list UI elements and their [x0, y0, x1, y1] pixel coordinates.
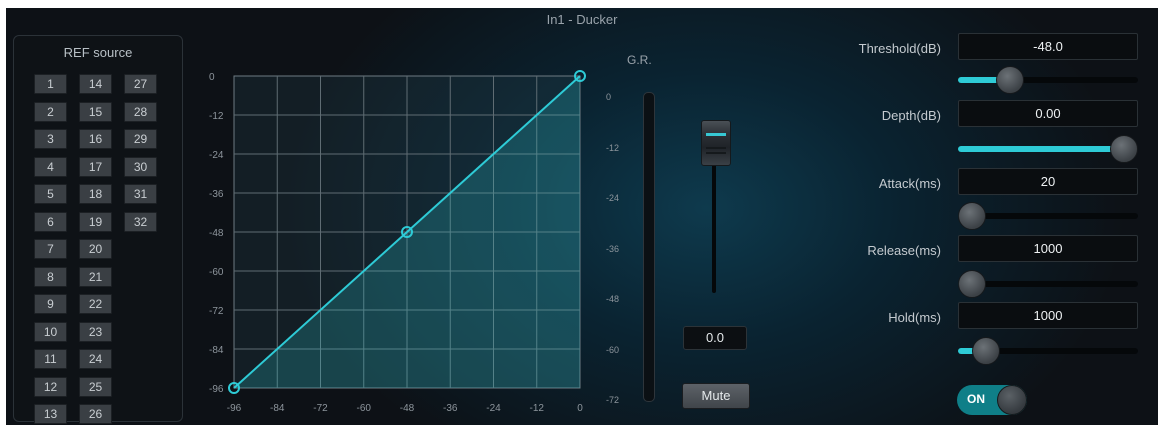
- y-tick-label: -12: [209, 111, 224, 122]
- fader-value-field[interactable]: 0.0: [683, 326, 747, 350]
- ref-source-button[interactable]: 30: [124, 156, 157, 177]
- x-tick-label: -12: [530, 403, 545, 414]
- window-title: In1 - Ducker: [546, 12, 618, 27]
- gain-reduction-tick: -36: [606, 243, 620, 254]
- ref-source-button[interactable]: 7: [34, 239, 67, 259]
- x-tick-label: -24: [486, 403, 501, 414]
- attack-slider[interactable]: [958, 202, 1138, 230]
- attack-slider-thumb[interactable]: [958, 202, 986, 230]
- threshold-label: Threshold(dB): [858, 41, 941, 56]
- x-tick-label: -60: [357, 403, 372, 414]
- ducker-panel: In1 - Ducker REF source 1 2 3 4 5 6 7 8 9 10 11 12 1…: [6, 8, 1158, 425]
- depth-slider[interactable]: [958, 135, 1138, 163]
- ducker-enable-toggle[interactable]: ON: [957, 385, 1027, 415]
- release-label: Release(ms): [867, 243, 941, 258]
- toggle-label: ON: [967, 392, 985, 406]
- ref-source-button[interactable]: 20: [79, 239, 112, 259]
- ref-source-button[interactable]: 25: [79, 376, 112, 397]
- gain-reduction-tick: -24: [606, 193, 620, 203]
- ref-source-button[interactable]: 2: [34, 101, 67, 122]
- depth-input[interactable]: 0.00: [958, 100, 1138, 127]
- ref-source-button[interactable]: 29: [124, 129, 157, 149]
- y-tick-label: -72: [209, 306, 224, 317]
- x-tick-label: 0: [577, 403, 583, 414]
- x-tick-label: -96: [227, 403, 242, 414]
- graph-y-axis: 0 -12 -24 -36 -48 -60 -72 -84 -96: [209, 72, 224, 395]
- y-tick-label: -96: [209, 384, 224, 395]
- y-tick-label: 0: [209, 72, 215, 83]
- ref-source-button[interactable]: 4: [34, 156, 67, 177]
- gain-reduction-meter: [643, 92, 655, 402]
- release-slider-thumb[interactable]: [958, 270, 986, 298]
- gain-reduction-tick: -12: [606, 142, 620, 153]
- x-tick-label: -84: [270, 403, 285, 414]
- ref-source-button[interactable]: 32: [124, 211, 157, 232]
- ref-source-button[interactable]: 9: [34, 294, 67, 314]
- gain-reduction-tick: -60: [606, 344, 620, 355]
- ref-source-button[interactable]: 23: [79, 321, 112, 342]
- ref-source-button[interactable]: 11: [34, 349, 67, 369]
- toggle-knob[interactable]: [997, 385, 1027, 415]
- ref-source-button[interactable]: 27: [124, 74, 157, 94]
- ref-source-button[interactable]: 1: [34, 74, 67, 94]
- y-tick-label: -60: [209, 267, 224, 278]
- x-tick-label: -72: [313, 403, 328, 414]
- x-tick-label: -36: [443, 403, 458, 414]
- mute-button[interactable]: Mute: [682, 383, 750, 409]
- ref-source-button[interactable]: 8: [34, 266, 67, 287]
- ref-source-button[interactable]: 16: [79, 129, 112, 149]
- release-slider[interactable]: [958, 270, 1138, 298]
- release-input[interactable]: 1000: [958, 235, 1138, 262]
- ref-source-group: REF source 1 2 3 4 5 6 7 8 9 10 11 12 13 14 15 16 17 18 19…: [13, 35, 183, 424]
- ref-source-button[interactable]: 12: [34, 376, 67, 397]
- y-tick-label: -36: [209, 189, 224, 200]
- depth-slider-thumb[interactable]: [1110, 135, 1138, 163]
- gain-reduction-tick: 0: [606, 92, 612, 102]
- attack-label: Attack(ms): [878, 176, 941, 191]
- ref-source-button[interactable]: 18: [79, 184, 112, 204]
- hold-label: Hold(ms): [888, 310, 941, 325]
- x-tick-label: -48: [400, 403, 415, 414]
- hold-slider-thumb[interactable]: [971, 337, 1000, 365]
- ref-source-button[interactable]: 24: [79, 349, 112, 369]
- ref-source-button[interactable]: 3: [34, 129, 67, 149]
- gain-reduction-label: G.R.: [627, 53, 652, 67]
- y-tick-label: -84: [209, 345, 224, 356]
- ref-source-button[interactable]: 17: [79, 156, 112, 177]
- ref-source-button[interactable]: 5: [34, 184, 67, 204]
- y-tick-label: -24: [209, 150, 224, 161]
- hold-slider[interactable]: [958, 337, 1138, 365]
- ref-source-button[interactable]: 10: [34, 321, 67, 342]
- fader-knob[interactable]: [701, 120, 731, 166]
- ref-source-button[interactable]: 19: [79, 211, 112, 232]
- threshold-slider[interactable]: [958, 66, 1138, 94]
- gain-reduction-tick: -72: [606, 395, 620, 405]
- threshold-input[interactable]: -48.0: [958, 33, 1138, 60]
- y-tick-label: -48: [209, 228, 224, 239]
- ref-source-button[interactable]: 22: [79, 294, 112, 314]
- threshold-slider-thumb[interactable]: [996, 66, 1024, 94]
- ducker-curve-graph[interactable]: 0 -12 -24 -36 -48 -60 -72 -84 -96 -96 -84 -72 -60 -4…: [201, 63, 586, 423]
- hold-input[interactable]: 1000: [958, 302, 1138, 329]
- depth-label: Depth(dB): [881, 108, 941, 123]
- ref-source-button[interactable]: 15: [79, 101, 112, 122]
- ref-source-button[interactable]: 13: [34, 404, 67, 424]
- gain-reduction-tick: -48: [606, 294, 620, 304]
- ref-source-title: REF source: [63, 45, 133, 60]
- attack-input[interactable]: 20: [958, 168, 1138, 195]
- graph-x-axis: -96 -84 -72 -60 -48 -36 -24 -12 0: [227, 403, 583, 414]
- ref-source-button[interactable]: 31: [124, 184, 157, 204]
- ref-source-button[interactable]: 14: [79, 74, 112, 94]
- ref-source-button[interactable]: 21: [79, 266, 112, 287]
- ref-source-button[interactable]: 26: [79, 404, 112, 424]
- ref-source-button[interactable]: 6: [34, 211, 67, 232]
- ref-source-button[interactable]: 28: [124, 101, 157, 122]
